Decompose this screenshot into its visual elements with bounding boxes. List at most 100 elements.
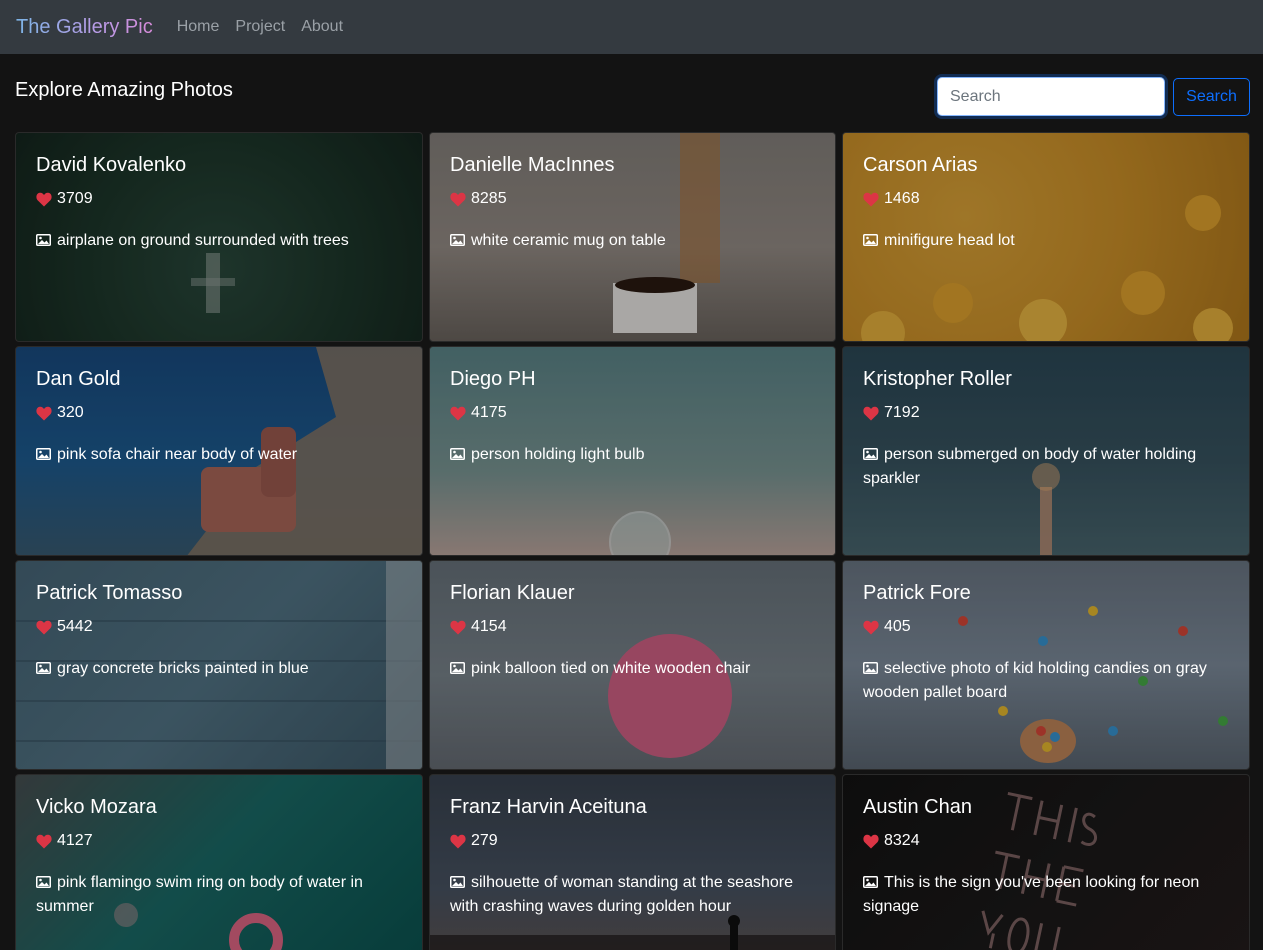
likes-row: 279: [450, 831, 815, 851]
image-icon: [863, 876, 878, 888]
description-text: person submerged on body of water holdin…: [863, 446, 1197, 487]
heart-icon: [863, 406, 879, 420]
likes-row: 8324: [863, 831, 1229, 851]
nav-link-project[interactable]: Project: [235, 18, 285, 36]
brand-link[interactable]: The Gallery Pic: [16, 16, 153, 39]
likes-row: 8285: [450, 189, 815, 209]
likes-row: 4127: [36, 831, 402, 851]
photo-description: minifigure head lot: [863, 229, 1229, 253]
photo-description: gray concrete bricks painted in blue: [36, 657, 402, 681]
image-icon: [36, 876, 51, 888]
likes-row: 1468: [863, 189, 1229, 209]
image-icon: [863, 662, 878, 674]
photo-card[interactable]: Danielle MacInnes 8285 white ceramic mug…: [429, 132, 836, 342]
photo-description: pink sofa chair near body of water: [36, 443, 402, 467]
card-body: Franz Harvin Aceituna 279 silhouette of …: [450, 795, 815, 919]
description-text: pink balloon tied on white wooden chair: [471, 660, 751, 677]
card-body: Patrick Tomasso 5442 gray concrete brick…: [36, 581, 402, 681]
card-body: Austin Chan 8324 This is the sign you've…: [863, 795, 1229, 919]
photo-card[interactable]: Florian Klauer 4154 pink balloon tied on…: [429, 560, 836, 770]
card-body: Danielle MacInnes 8285 white ceramic mug…: [450, 153, 815, 253]
photographer-name: Kristopher Roller: [863, 368, 1012, 390]
photo-grid: David Kovalenko 3709 airplane on ground …: [15, 132, 1250, 950]
card-body: David Kovalenko 3709 airplane on ground …: [36, 153, 402, 253]
image-icon: [36, 234, 51, 246]
photographer-name: Carson Arias: [863, 154, 978, 176]
heart-icon: [863, 620, 879, 634]
card-body: Carson Arias 1468 minifigure head lot: [863, 153, 1229, 253]
heart-icon: [863, 192, 879, 206]
photographer-name: Diego PH: [450, 368, 536, 390]
likes-count: 405: [884, 618, 911, 635]
likes-row: 7192: [863, 403, 1229, 423]
heart-icon: [36, 406, 52, 420]
likes-count: 4154: [471, 618, 507, 635]
description-text: This is the sign you've been looking for…: [863, 874, 1200, 915]
photo-card[interactable]: Kristopher Roller 7192 person submerged …: [842, 346, 1250, 556]
image-icon: [450, 234, 465, 246]
likes-count: 1468: [884, 190, 920, 207]
photo-description: airplane on ground surrounded with trees: [36, 229, 402, 253]
card-body: Diego PH 4175 person holding light bulb: [450, 367, 815, 467]
photo-card[interactable]: Diego PH 4175 person holding light bulb: [429, 346, 836, 556]
photo-card[interactable]: David Kovalenko 3709 airplane on ground …: [15, 132, 423, 342]
photographer-name: Austin Chan: [863, 796, 972, 818]
heart-icon: [863, 834, 879, 848]
likes-row: 4154: [450, 617, 815, 637]
photographer-name: Florian Klauer: [450, 582, 575, 604]
image-icon: [863, 234, 878, 246]
photo-description: person submerged on body of water holdin…: [863, 443, 1229, 491]
photo-description: pink balloon tied on white wooden chair: [450, 657, 815, 681]
description-text: person holding light bulb: [471, 446, 645, 463]
description-text: gray concrete bricks painted in blue: [57, 660, 309, 677]
image-icon: [36, 448, 51, 460]
heart-icon: [450, 834, 466, 848]
card-body: Patrick Fore 405 selective photo of kid …: [863, 581, 1229, 705]
nav-link-home[interactable]: Home: [177, 18, 220, 36]
likes-count: 3709: [57, 190, 93, 207]
heart-icon: [36, 192, 52, 206]
image-icon: [863, 448, 878, 460]
photo-card[interactable]: Patrick Fore 405 selective photo of kid …: [842, 560, 1250, 770]
heart-icon: [36, 620, 52, 634]
description-text: silhouette of woman standing at the seas…: [450, 874, 793, 915]
likes-count: 320: [57, 404, 84, 421]
likes-count: 8285: [471, 190, 507, 207]
photographer-name: Dan Gold: [36, 368, 121, 390]
search-input[interactable]: [937, 77, 1165, 116]
image-icon: [36, 662, 51, 674]
description-text: airplane on ground surrounded with trees: [57, 232, 349, 249]
description-text: minifigure head lot: [884, 232, 1015, 249]
photo-card[interactable]: Patrick Tomasso 5442 gray concrete brick…: [15, 560, 423, 770]
search-button[interactable]: Search: [1173, 78, 1250, 116]
likes-row: 320: [36, 403, 402, 423]
likes-row: 4175: [450, 403, 815, 423]
heart-icon: [450, 192, 466, 206]
likes-count: 4127: [57, 832, 93, 849]
likes-count: 4175: [471, 404, 507, 421]
photo-description: pink flamingo swim ring on body of water…: [36, 871, 402, 919]
photo-description: This is the sign you've been looking for…: [863, 871, 1229, 919]
photo-description: person holding light bulb: [450, 443, 815, 467]
photo-description: white ceramic mug on table: [450, 229, 815, 253]
description-text: pink sofa chair near body of water: [57, 446, 298, 463]
image-icon: [450, 662, 465, 674]
photo-description: silhouette of woman standing at the seas…: [450, 871, 815, 919]
photo-card[interactable]: Austin Chan 8324 This is the sign you've…: [842, 774, 1250, 950]
likes-row: 5442: [36, 617, 402, 637]
nav-link-about[interactable]: About: [301, 18, 343, 36]
likes-count: 7192: [884, 404, 920, 421]
photo-card[interactable]: Dan Gold 320 pink sofa chair near body o…: [15, 346, 423, 556]
photo-card[interactable]: Vicko Mozara 4127 pink flamingo swim rin…: [15, 774, 423, 950]
likes-count: 279: [471, 832, 498, 849]
page-title: Explore Amazing Photos: [15, 79, 233, 101]
description-text: selective photo of kid holding candies o…: [863, 660, 1207, 701]
likes-count: 5442: [57, 618, 93, 635]
image-icon: [450, 448, 465, 460]
card-body: Vicko Mozara 4127 pink flamingo swim rin…: [36, 795, 402, 919]
card-body: Dan Gold 320 pink sofa chair near body o…: [36, 367, 402, 467]
photo-card[interactable]: Carson Arias 1468 minifigure head lot: [842, 132, 1250, 342]
photo-card[interactable]: Franz Harvin Aceituna 279 silhouette of …: [429, 774, 836, 950]
photographer-name: Franz Harvin Aceituna: [450, 796, 647, 818]
photographer-name: Danielle MacInnes: [450, 154, 615, 176]
